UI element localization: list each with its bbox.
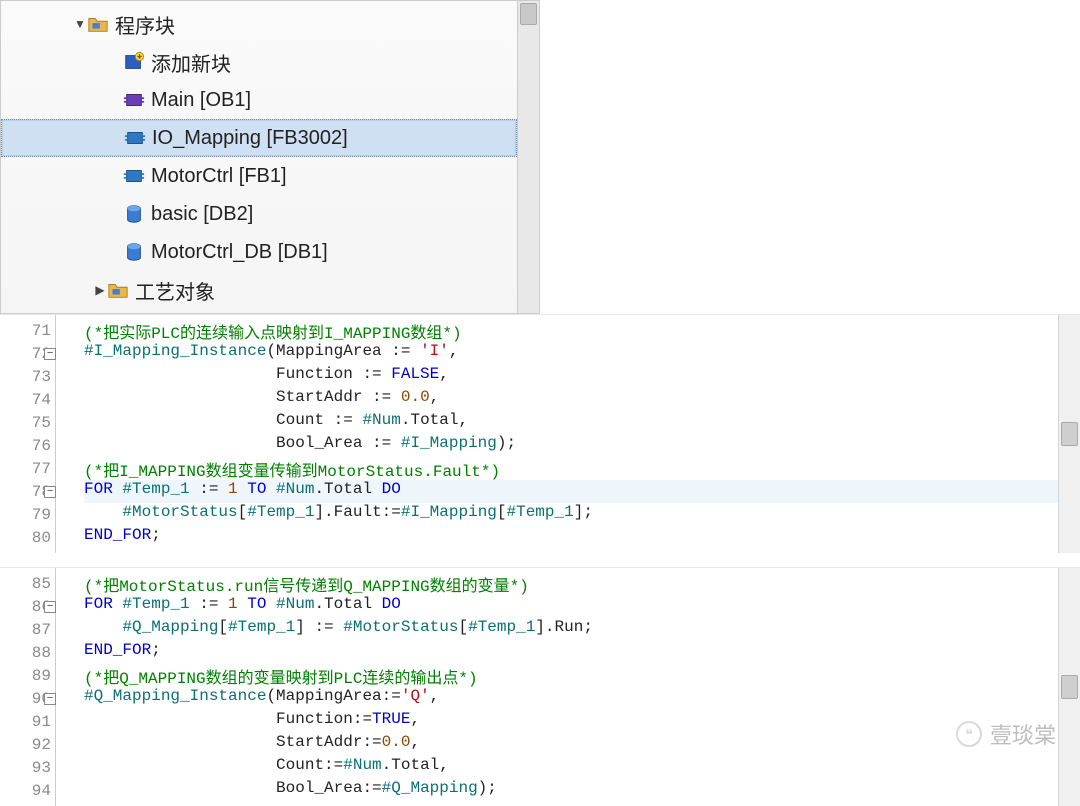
line-number: 72 [0,342,55,365]
fold-toggle[interactable] [44,486,56,498]
code-line[interactable]: (*把实际PLC的连续输入点映射到I_MAPPING数组*) [84,319,1058,342]
code-line[interactable]: FOR #Temp_1 := 1 TO #Num.Total DO [84,480,1058,503]
wechat-icon: ❝ [956,721,982,747]
line-number: 79 [0,503,55,526]
code-line[interactable]: END_FOR; [84,526,1058,549]
code-line[interactable]: END_FOR; [84,641,1058,664]
code-line[interactable]: (*把Q_MAPPING数组的变量映射到PLC连续的输出点*) [84,664,1058,687]
tree-item-label: MotorCtrl [FB1] [151,165,287,188]
line-number: 78 [0,480,55,503]
code-line[interactable]: (*把MotorStatus.run信号传递到Q_MAPPING数组的变量*) [84,572,1058,595]
line-number: 76 [0,434,55,457]
tree-item-label: 程序块 [115,10,175,39]
tree-item[interactable]: basic [DB2] [1,195,517,233]
fb-icon [124,127,146,149]
ob-icon [123,89,145,111]
watermark: ❝ 壹琰棠 [956,718,1056,750]
chevron-right-icon[interactable]: ▶ [93,283,107,297]
tree-item[interactable]: MotorCtrl_DB [DB1] [1,233,517,271]
chevron-down-icon[interactable]: ▼ [73,17,87,31]
gutter: 71727374757677787980 [0,315,56,553]
tree-scrollbar[interactable] [517,1,539,313]
code-line[interactable]: StartAddr:=0.0, [84,733,1058,756]
tree-item-label: IO_Mapping [FB3002] [152,127,348,150]
line-number: 80 [0,526,55,549]
code-lines[interactable]: (*把实际PLC的连续输入点映射到I_MAPPING数组*)#I_Mapping… [56,315,1058,553]
tree-item-label: Main [OB1] [151,89,251,112]
fold-toggle[interactable] [44,601,56,613]
code-lines[interactable]: (*把MotorStatus.run信号传递到Q_MAPPING数组的变量*)F… [56,568,1058,806]
line-number: 77 [0,457,55,480]
line-number: 92 [0,733,55,756]
line-number: 75 [0,411,55,434]
tree-item[interactable]: 添加新块 [1,43,517,81]
code-editor-2: 85868788899091929394 (*把MotorStatus.run信… [0,567,1080,806]
code-line[interactable]: FOR #Temp_1 := 1 TO #Num.Total DO [84,595,1058,618]
code-scrollbar[interactable] [1058,315,1080,553]
code-line[interactable]: #I_Mapping_Instance(MappingArea := 'I', [84,342,1058,365]
tree-item-label: 工艺对象 [135,276,215,305]
line-number: 90 [0,687,55,710]
db-icon [123,241,145,263]
code-line[interactable]: Bool_Area := #I_Mapping); [84,434,1058,457]
line-number: 91 [0,710,55,733]
db-icon [123,203,145,225]
code-line[interactable]: Function:=TRUE, [84,710,1058,733]
tree-item-label: basic [DB2] [151,203,253,226]
code-line[interactable]: #Q_Mapping[#Temp_1] := #MotorStatus[#Tem… [84,618,1058,641]
line-number: 73 [0,365,55,388]
fold-toggle[interactable] [44,348,56,360]
folder-icon [107,279,129,301]
line-number: 71 [0,319,55,342]
fb-icon [123,165,145,187]
line-number: 93 [0,756,55,779]
add-icon [123,51,145,73]
tree-item[interactable]: ▶ 工艺对象 [1,271,517,309]
tree-item[interactable]: IO_Mapping [FB3002] [1,119,517,157]
line-number: 89 [0,664,55,687]
tree-item-label: 添加新块 [151,48,231,77]
watermark-label: 壹琰棠 [990,718,1056,750]
line-number: 88 [0,641,55,664]
tree-item[interactable]: ▼ 程序块 [1,5,517,43]
line-number: 87 [0,618,55,641]
code-line[interactable]: Function := FALSE, [84,365,1058,388]
fold-toggle[interactable] [44,693,56,705]
code-line[interactable]: Count:=#Num.Total, [84,756,1058,779]
code-line[interactable]: (*把I_MAPPING数组变量传输到MotorStatus.Fault*) [84,457,1058,480]
project-tree: ▼ 程序块添加新块 Main [OB1] IO_Mapping [FB3002] Mot… [0,0,540,314]
tree-item[interactable]: MotorCtrl [FB1] [1,157,517,195]
line-number: 94 [0,779,55,802]
tree-item[interactable]: Main [OB1] [1,81,517,119]
code-scrollbar[interactable] [1058,568,1080,806]
code-editor-1: 71727374757677787980 (*把实际PLC的连续输入点映射到I_… [0,314,1080,553]
code-line[interactable]: #MotorStatus[#Temp_1].Fault:=#I_Mapping[… [84,503,1058,526]
gutter: 85868788899091929394 [0,568,56,806]
line-number: 85 [0,572,55,595]
code-line[interactable]: Count := #Num.Total, [84,411,1058,434]
code-line[interactable]: StartAddr := 0.0, [84,388,1058,411]
folder-icon [87,13,109,35]
code-line[interactable]: Bool_Area:=#Q_Mapping); [84,779,1058,802]
tree-item-label: MotorCtrl_DB [DB1] [151,241,328,264]
line-number: 74 [0,388,55,411]
line-number: 86 [0,595,55,618]
code-line[interactable]: #Q_Mapping_Instance(MappingArea:='Q', [84,687,1058,710]
